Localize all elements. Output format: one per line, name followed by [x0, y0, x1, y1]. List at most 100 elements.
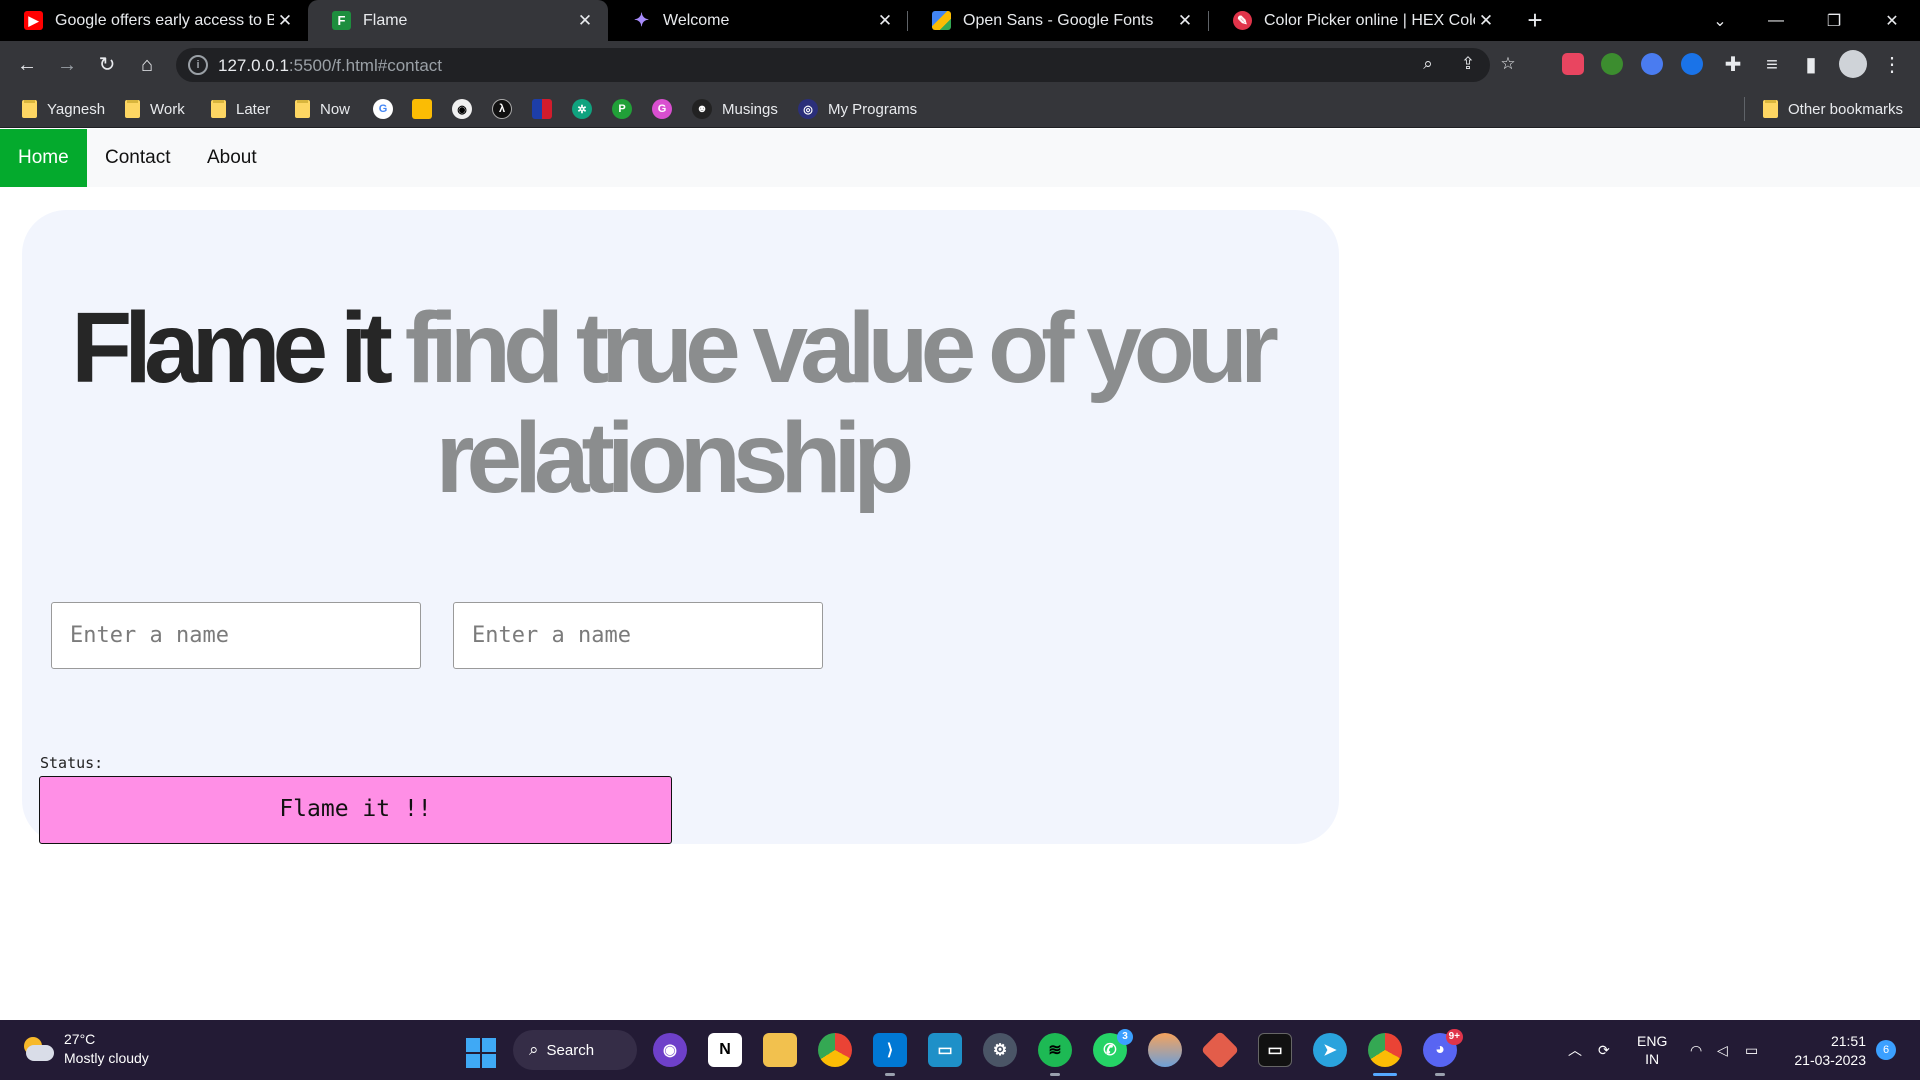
- extension-tree-icon[interactable]: [1601, 53, 1623, 75]
- vscode-icon[interactable]: ⟩: [873, 1033, 907, 1076]
- extension-red-icon[interactable]: [1562, 53, 1584, 75]
- close-icon[interactable]: ✕: [274, 11, 296, 31]
- tab-title: Flame: [363, 11, 408, 29]
- discord-icon[interactable]: ◕ 9+: [1423, 1029, 1463, 1076]
- url-text[interactable]: 127.0.0.1:5500/f.html#contact: [218, 56, 442, 76]
- telegram-icon[interactable]: ➤: [1313, 1033, 1347, 1067]
- site-info-icon[interactable]: i: [188, 55, 208, 75]
- flame-favicon: F: [332, 11, 351, 30]
- bookmark-keep[interactable]: [412, 97, 432, 121]
- reload-icon[interactable]: ↻: [93, 51, 121, 79]
- programs-icon: ◎: [798, 99, 818, 119]
- extensions-puzzle-icon[interactable]: ✚: [1719, 51, 1747, 79]
- whatsapp-badge: 3: [1117, 1029, 1133, 1045]
- extension-c-icon[interactable]: [1681, 53, 1703, 75]
- show-hidden-icons-chevron-icon[interactable]: ︿: [1568, 1020, 1582, 1080]
- address-bar[interactable]: i 127.0.0.1:5500/f.html#contact ⌕ ⇪ ☆: [176, 48, 1516, 82]
- g-icon: G: [652, 99, 672, 119]
- bookmark-flag[interactable]: [532, 97, 552, 121]
- notion-icon[interactable]: N: [708, 1033, 742, 1067]
- tab-google-fonts[interactable]: Open Sans - Google Fonts ✕: [908, 0, 1208, 41]
- flame-it-button[interactable]: Flame it !!: [39, 776, 672, 844]
- tab-welcome[interactable]: ✦ Welcome ✕: [608, 0, 908, 41]
- close-icon[interactable]: ✕: [574, 11, 596, 31]
- bookmark-github[interactable]: ◉: [452, 97, 472, 121]
- tab-flame[interactable]: F Flame ✕: [308, 0, 608, 41]
- share-icon[interactable]: ⇪: [1456, 54, 1480, 76]
- bookmark-p[interactable]: P: [612, 97, 632, 121]
- bookmark-lambda[interactable]: λ: [492, 97, 512, 121]
- wifi-icon[interactable]: ◠: [1690, 1020, 1702, 1080]
- bookmark-chatgpt[interactable]: ✲: [572, 97, 592, 121]
- terminal-icon[interactable]: ▭: [1258, 1033, 1292, 1067]
- notification-count[interactable]: 6: [1876, 1040, 1896, 1060]
- tab-youtube[interactable]: ▶ Google offers early access to Bar ✕: [0, 0, 308, 41]
- hero-heading: Flame it find true value of your relatio…: [38, 293, 1304, 513]
- home-icon[interactable]: ⌂: [133, 51, 161, 79]
- sync-icon[interactable]: ⟳: [1598, 1020, 1610, 1080]
- web-page: Home Contact About Flame it find true va…: [0, 129, 1920, 1020]
- other-bookmarks[interactable]: Other bookmarks: [1744, 97, 1903, 121]
- back-icon[interactable]: ←: [13, 51, 41, 79]
- spotify-icon[interactable]: ≋: [1038, 1033, 1072, 1076]
- extension-blue-icon[interactable]: [1641, 53, 1663, 75]
- bookmark-musings[interactable]: ☻ Musings: [692, 97, 778, 121]
- clock-date: 21-03-2023: [1794, 1052, 1866, 1068]
- zoom-icon[interactable]: ⌕: [1416, 54, 1440, 76]
- lambda-icon: λ: [492, 99, 512, 119]
- git-icon[interactable]: [1200, 1030, 1240, 1070]
- restore-button[interactable]: ❐: [1806, 0, 1862, 41]
- settings-gear-icon[interactable]: ⚙: [983, 1033, 1017, 1067]
- bookmark-g[interactable]: G: [652, 97, 672, 121]
- first-name-input[interactable]: [51, 602, 421, 669]
- battery-icon[interactable]: ▭: [1745, 1020, 1758, 1080]
- clock-time: 21:51: [1830, 1033, 1866, 1049]
- weather-temp: 27°C: [64, 1031, 96, 1047]
- profile-avatar[interactable]: [1839, 50, 1867, 78]
- remote-desktop-icon[interactable]: ▭: [928, 1033, 962, 1067]
- bookmark-folder-yagnesh[interactable]: Yagnesh: [22, 97, 105, 121]
- bookmarks-bar: Yagnesh Work Later Now G ◉ λ ✲ P G ☻ Musi…: [0, 89, 1920, 128]
- chrome-profile-icon[interactable]: [1368, 1033, 1402, 1076]
- menu-kebab-icon[interactable]: ⋮: [1878, 51, 1906, 79]
- tab-search-chevron-icon[interactable]: ⌄: [1692, 0, 1748, 41]
- minimize-button[interactable]: —: [1748, 0, 1804, 41]
- bookmark-folder-now[interactable]: Now: [295, 97, 350, 121]
- new-tab-button[interactable]: +: [1521, 6, 1549, 34]
- github-desktop-icon[interactable]: ◉: [653, 1033, 687, 1067]
- bookmark-folder-work[interactable]: Work: [125, 97, 185, 121]
- bookmark-star-icon[interactable]: ☆: [1496, 54, 1520, 76]
- nav-contact[interactable]: Contact: [87, 129, 188, 187]
- close-icon[interactable]: ✕: [1174, 11, 1196, 31]
- close-icon[interactable]: ✕: [1475, 11, 1497, 31]
- window-close-button[interactable]: ✕: [1864, 0, 1920, 41]
- taskbar-clock[interactable]: 21:51 21-03-2023: [1788, 1032, 1866, 1070]
- media-queue-icon[interactable]: ≡: [1758, 51, 1786, 79]
- second-name-input[interactable]: [453, 602, 823, 669]
- weather-widget[interactable]: 27°C Mostly cloudy: [20, 1030, 149, 1068]
- forward-icon[interactable]: →: [53, 51, 81, 79]
- lang-line2: IN: [1645, 1051, 1660, 1067]
- chrome-icon[interactable]: [818, 1033, 852, 1067]
- musings-icon: ☻: [692, 99, 712, 119]
- tab-color-picker[interactable]: ✎ Color Picker online | HEX Colo ✕: [1209, 0, 1509, 41]
- windows-start-icon[interactable]: [466, 1038, 496, 1068]
- file-explorer-icon[interactable]: [763, 1033, 797, 1067]
- volume-icon[interactable]: ◁: [1717, 1020, 1728, 1080]
- close-icon[interactable]: ✕: [874, 11, 896, 31]
- nav-about[interactable]: About: [189, 129, 275, 187]
- taskbar-search[interactable]: ⌕ Search: [513, 1030, 637, 1070]
- folder-icon: [1763, 100, 1778, 118]
- chatgpt-icon: ✲: [572, 99, 592, 119]
- bookmark-my-programs[interactable]: ◎ My Programs: [798, 97, 917, 121]
- bookmark-google[interactable]: G: [373, 97, 393, 121]
- weather-app-icon[interactable]: [1148, 1033, 1182, 1067]
- search-label: Search: [546, 1041, 595, 1059]
- whatsapp-icon[interactable]: ✆ 3: [1093, 1029, 1133, 1067]
- bookmark-folder-later[interactable]: Later: [211, 97, 270, 121]
- language-indicator[interactable]: ENG IN: [1637, 1032, 1667, 1068]
- nav-home[interactable]: Home: [0, 129, 87, 187]
- side-panel-icon[interactable]: ▮: [1797, 51, 1825, 79]
- youtube-icon: ▶: [24, 11, 43, 30]
- url-host: 127.0.0.1: [218, 56, 289, 75]
